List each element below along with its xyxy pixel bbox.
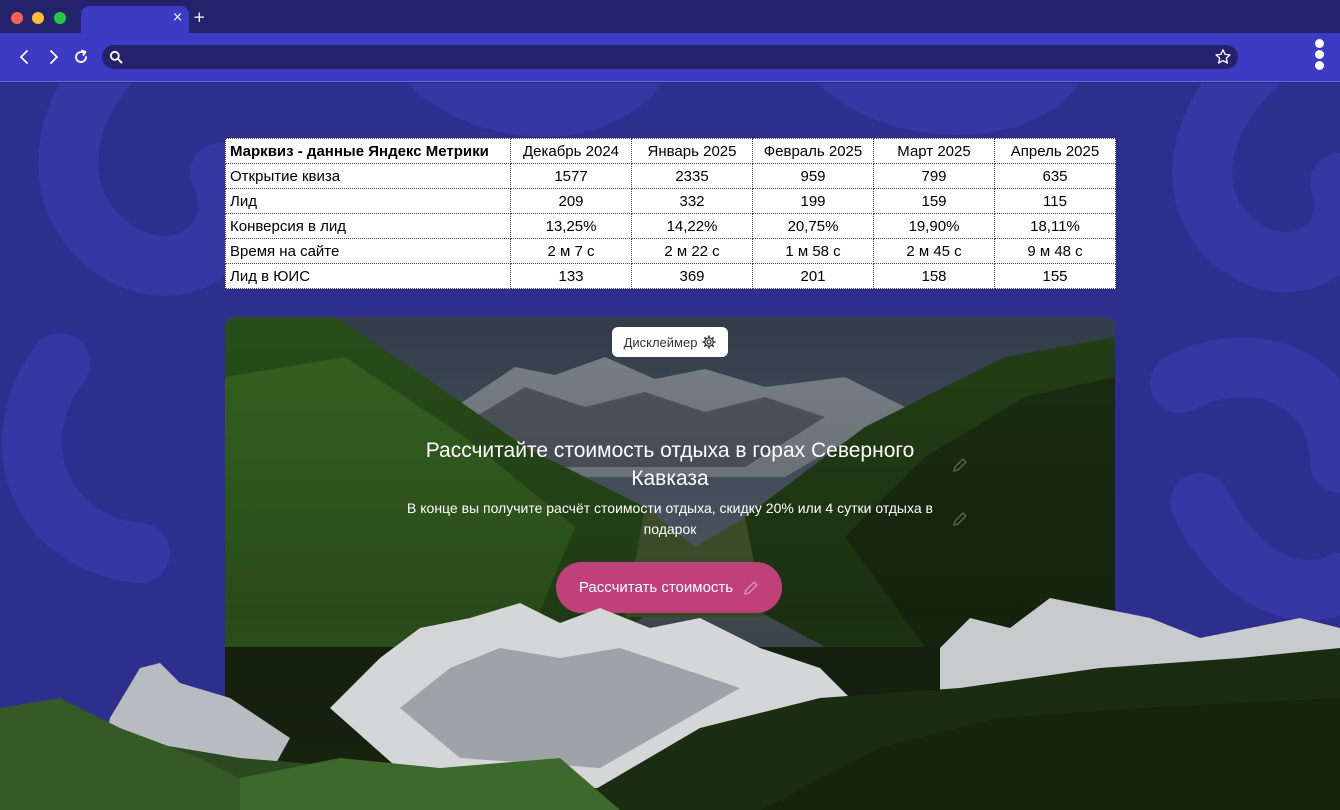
table-cell: Открытие квиза: [225, 163, 511, 189]
table-cell: 199: [752, 188, 874, 214]
page-content: Марквиз - данные Яндекс Метрики Декабрь …: [0, 83, 1340, 810]
table-row: Открытие квиза 1577 2335 959 799 635: [225, 163, 1116, 189]
bookmark-star-icon[interactable]: [1214, 48, 1232, 66]
table-row: Время на сайте 2 м 7 с 2 м 22 с 1 м 58 с…: [225, 238, 1116, 264]
address-bar[interactable]: [102, 45, 1238, 69]
table-cell: 115: [994, 188, 1116, 214]
window-minimize-button[interactable]: [32, 12, 44, 24]
hero-subtitle: В конце вы получите расчёт стоимости отд…: [407, 500, 933, 537]
table-cell: 332: [631, 188, 753, 214]
table-cell: 2 м 22 с: [631, 238, 753, 264]
table-cell: 1577: [510, 163, 632, 189]
table-header-row: Марквиз - данные Яндекс Метрики Декабрь …: [225, 138, 1116, 164]
calculate-cost-label: Рассчитать стоимость: [578, 579, 734, 596]
kebab-menu-icon[interactable]: [1312, 38, 1326, 74]
table-cell: 13,25%: [510, 213, 632, 239]
table-header-cell: Декабрь 2024: [510, 138, 632, 164]
table-cell: 959: [752, 163, 874, 189]
back-icon[interactable]: [14, 47, 34, 67]
reload-icon[interactable]: [71, 47, 91, 67]
disclaimer-label: Дисклеймер: [623, 334, 698, 350]
search-icon: [109, 50, 123, 64]
table-cell: 2 м 7 с: [510, 238, 632, 264]
table-cell: 1 м 58 с: [752, 238, 874, 264]
calculate-cost-button[interactable]: Рассчитать стоимость: [556, 562, 782, 613]
table-cell: Время на сайте: [225, 238, 511, 264]
pencil-icon[interactable]: [952, 457, 968, 473]
table-header-cell: Апрель 2025: [994, 138, 1116, 164]
hero-title: Рассчитайте стоимость отдыха в горах Сев…: [425, 439, 915, 490]
pencil-icon[interactable]: [952, 511, 968, 527]
table-cell: 799: [873, 163, 995, 189]
new-tab-button[interactable]: +: [193, 8, 206, 26]
table-cell: 209: [510, 188, 632, 214]
quiz-hero-card: Дисклеймер Рассчитайте стоимость отдыха …: [225, 317, 1115, 810]
table-header-cell: Февраль 2025: [752, 138, 874, 164]
table-cell: 2 м 45 с: [873, 238, 995, 264]
table-header-cell: Март 2025: [873, 138, 995, 164]
metrics-table: Марквиз - данные Яндекс Метрики Декабрь …: [225, 138, 1116, 289]
browser-tab-bar: × +: [0, 0, 1340, 33]
table-cell: 369: [631, 263, 753, 289]
window-close-button[interactable]: [11, 12, 23, 24]
table-cell: 159: [873, 188, 995, 214]
table-cell: 19,90%: [873, 213, 995, 239]
table-cell: 18,11%: [994, 213, 1116, 239]
browser-tab-active[interactable]: ×: [81, 6, 189, 33]
table-cell: Лид в ЮИС: [225, 263, 511, 289]
table-cell: 14,22%: [631, 213, 753, 239]
table-cell: 155: [994, 263, 1116, 289]
table-row: Конверсия в лид 13,25% 14,22% 20,75% 19,…: [225, 213, 1116, 239]
table-cell: 201: [752, 263, 874, 289]
table-cell: 2335: [631, 163, 753, 189]
table-cell: 158: [873, 263, 995, 289]
table-row: Лид в ЮИС 133 369 201 158 155: [225, 263, 1116, 289]
table-row: Лид 209 332 199 159 115: [225, 188, 1116, 214]
pencil-icon: [744, 580, 759, 595]
table-cell: 20,75%: [752, 213, 874, 239]
table-cell: 133: [510, 263, 632, 289]
forward-icon[interactable]: [44, 47, 64, 67]
browser-toolbar: [0, 33, 1340, 82]
tab-close-icon[interactable]: ×: [172, 10, 183, 25]
disclaimer-button[interactable]: Дисклеймер: [612, 327, 728, 357]
table-cell: 635: [994, 163, 1116, 189]
table-header-cell: Марквиз - данные Яндекс Метрики: [225, 138, 511, 164]
window-maximize-button[interactable]: [54, 12, 66, 24]
table-cell: Конверсия в лид: [225, 213, 511, 239]
table-cell: 9 м 48 с: [994, 238, 1116, 264]
table-header-cell: Январь 2025: [631, 138, 753, 164]
gear-icon: [702, 335, 717, 349]
table-cell: Лид: [225, 188, 511, 214]
